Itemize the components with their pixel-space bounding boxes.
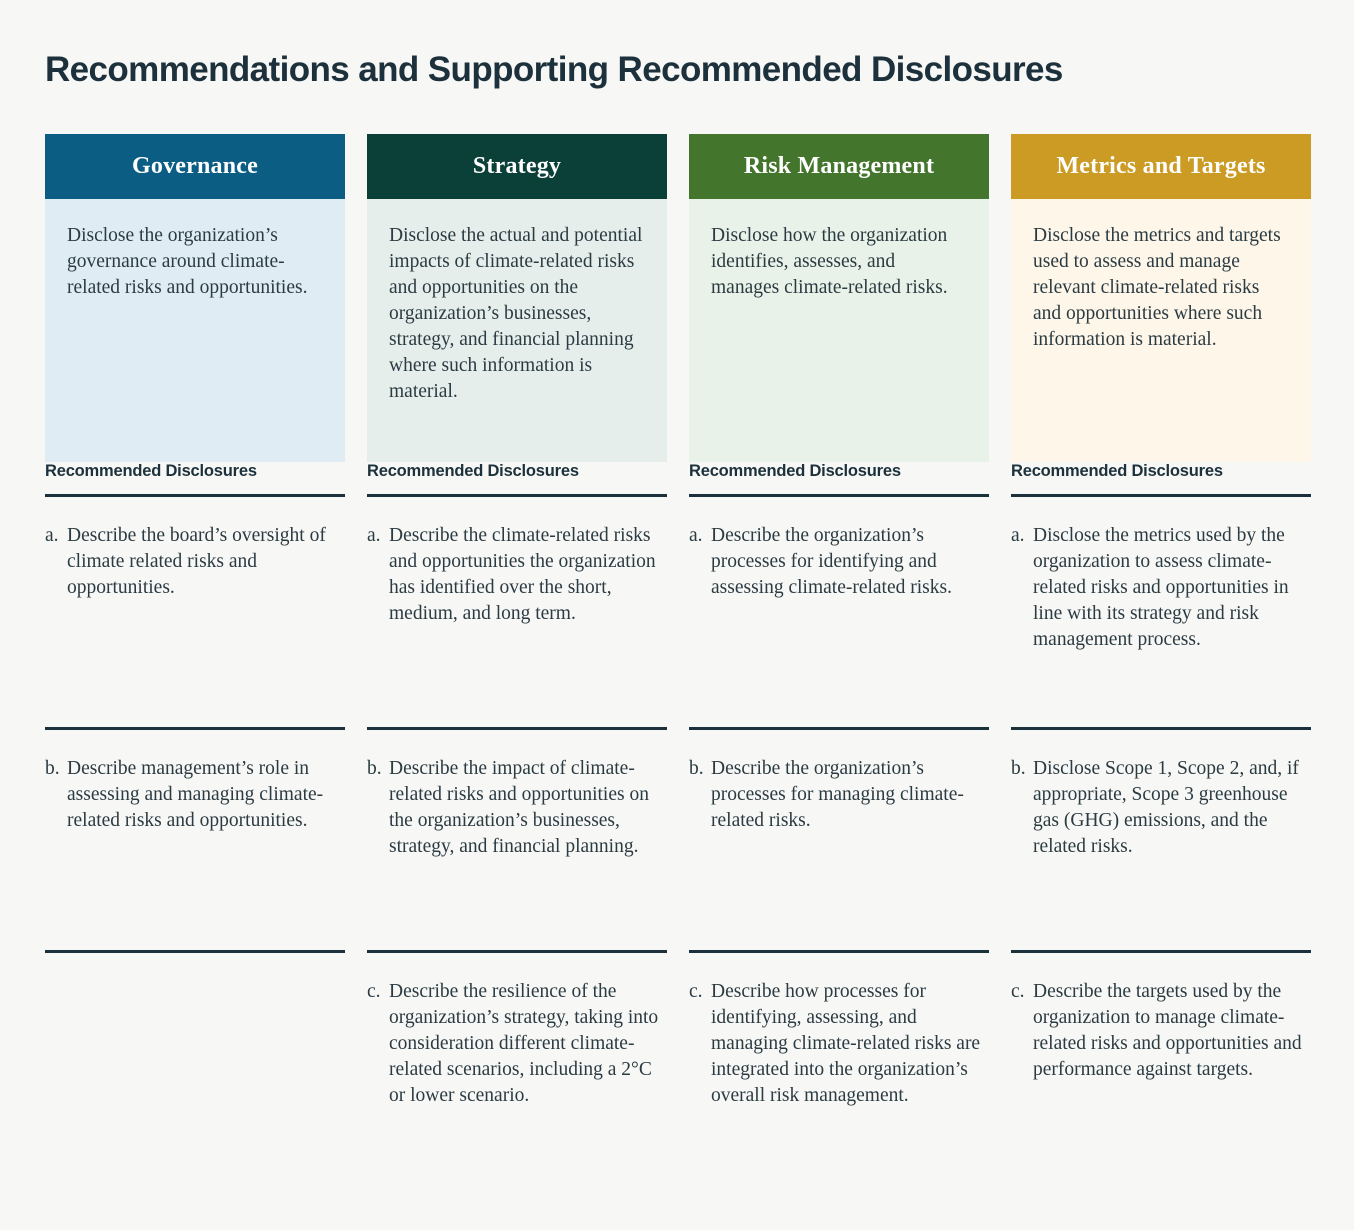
disclosure-row-risk-management-a: a. Describe the organization’s processes… bbox=[689, 497, 989, 727]
list-item: c. Describe the targets used by the orga… bbox=[1011, 953, 1311, 1083]
divider-governance-2 bbox=[45, 950, 345, 953]
list-text: Describe the climate-related risks and o… bbox=[389, 525, 656, 624]
page-title: Recommendations and Supporting Recommend… bbox=[45, 50, 1063, 89]
pillar-card-governance: Governance Disclose the organization’s g… bbox=[45, 134, 345, 462]
disclosures-heading-risk-management: Recommended Disclosures bbox=[689, 462, 901, 480]
pillar-card-grid: Governance Disclose the organization’s g… bbox=[45, 134, 1311, 462]
disclosure-row-metrics-and-targets-b: b. Disclose Scope 1, Scope 2, and, if ap… bbox=[1011, 730, 1311, 950]
list-marker: c. bbox=[367, 981, 381, 1002]
list-marker: b. bbox=[689, 758, 704, 779]
list-text: Describe the board’s oversight of climat… bbox=[67, 525, 326, 598]
list-item: a. Describe the board’s oversight of cli… bbox=[45, 497, 345, 601]
list-item: b. Describe management’s role in assessi… bbox=[45, 730, 345, 834]
list-item: b. Disclose Scope 1, Scope 2, and, if ap… bbox=[1011, 730, 1311, 860]
pillar-header-strategy: Strategy bbox=[367, 134, 667, 199]
list-marker: b. bbox=[45, 758, 60, 779]
list-text: Describe the organization’s processes fo… bbox=[711, 525, 952, 598]
list-text: Describe management’s role in assessing … bbox=[67, 758, 324, 831]
disclosures-heading-strategy: Recommended Disclosures bbox=[367, 462, 579, 480]
disclosure-row-risk-management-b: b. Describe the organization’s processes… bbox=[689, 730, 989, 950]
disclosures-column-risk-management: Recommended Disclosures a. Describe the … bbox=[689, 462, 989, 1168]
list-text: Describe how processes for identifying, … bbox=[711, 981, 981, 1106]
list-item: a. Describe the climate-related risks an… bbox=[367, 497, 667, 627]
pillar-card-risk-management: Risk Management Disclose how the organiz… bbox=[689, 134, 989, 462]
disclosures-column-strategy: Recommended Disclosures a. Describe the … bbox=[367, 462, 667, 1168]
list-text: Describe the targets used by the organiz… bbox=[1033, 981, 1302, 1080]
list-marker: c. bbox=[689, 981, 703, 1002]
list-item: c. Describe the resilience of the organi… bbox=[367, 953, 667, 1109]
pillar-card-strategy: Strategy Disclose the actual and potenti… bbox=[367, 134, 667, 462]
list-item: b. Describe the organization’s processes… bbox=[689, 730, 989, 834]
list-text: Disclose the metrics used by the organiz… bbox=[1033, 525, 1289, 650]
list-item: c. Describe how processes for identifyin… bbox=[689, 953, 989, 1109]
list-marker: b. bbox=[367, 758, 382, 779]
disclosures-heading-governance: Recommended Disclosures bbox=[45, 462, 257, 480]
infographic-page: Recommendations and Supporting Recommend… bbox=[0, 0, 1354, 1230]
disclosure-row-metrics-and-targets-a: a. Disclose the metrics used by the orga… bbox=[1011, 497, 1311, 727]
list-marker: b. bbox=[1011, 758, 1026, 779]
list-text: Disclose Scope 1, Scope 2, and, if appro… bbox=[1033, 758, 1299, 857]
disclosure-row-strategy-c: c. Describe the resilience of the organi… bbox=[367, 953, 667, 1168]
list-marker: a. bbox=[689, 525, 703, 546]
list-text: Describe the resilience of the organizat… bbox=[389, 981, 659, 1106]
list-item: b. Describe the impact of climate-relate… bbox=[367, 730, 667, 860]
list-marker: c. bbox=[1011, 981, 1025, 1002]
pillar-card-metrics-and-targets: Metrics and Targets Disclose the metrics… bbox=[1011, 134, 1311, 462]
pillar-description-governance: Disclose the organization’s governance a… bbox=[45, 199, 345, 462]
pillar-description-strategy: Disclose the actual and potential impact… bbox=[367, 199, 667, 462]
list-text: Describe the impact of climate-related r… bbox=[389, 758, 649, 857]
list-marker: a. bbox=[45, 525, 59, 546]
disclosure-row-governance-a: a. Describe the board’s oversight of cli… bbox=[45, 497, 345, 727]
list-item: a. Disclose the metrics used by the orga… bbox=[1011, 497, 1311, 653]
list-marker: a. bbox=[1011, 525, 1025, 546]
list-marker: a. bbox=[367, 525, 381, 546]
pillar-description-risk-management: Disclose how the organization identifies… bbox=[689, 199, 989, 462]
list-item: a. Describe the organization’s processes… bbox=[689, 497, 989, 601]
pillar-description-metrics-and-targets: Disclose the metrics and targets used to… bbox=[1011, 199, 1311, 462]
pillar-header-governance: Governance bbox=[45, 134, 345, 199]
disclosures-column-governance: Recommended Disclosures a. Describe the … bbox=[45, 462, 345, 1168]
recommended-disclosures-grid: Recommended Disclosures a. Describe the … bbox=[45, 462, 1311, 1168]
disclosure-row-metrics-and-targets-c: c. Describe the targets used by the orga… bbox=[1011, 953, 1311, 1168]
disclosure-row-governance-b: b. Describe management’s role in assessi… bbox=[45, 730, 345, 950]
disclosure-row-strategy-b: b. Describe the impact of climate-relate… bbox=[367, 730, 667, 950]
pillar-header-risk-management: Risk Management bbox=[689, 134, 989, 199]
disclosures-column-metrics-and-targets: Recommended Disclosures a. Disclose the … bbox=[1011, 462, 1311, 1168]
disclosure-row-risk-management-c: c. Describe how processes for identifyin… bbox=[689, 953, 989, 1168]
pillar-header-metrics-and-targets: Metrics and Targets bbox=[1011, 134, 1311, 199]
disclosure-row-strategy-a: a. Describe the climate-related risks an… bbox=[367, 497, 667, 727]
list-text: Describe the organization’s processes fo… bbox=[711, 758, 964, 831]
disclosures-heading-metrics-and-targets: Recommended Disclosures bbox=[1011, 462, 1223, 480]
